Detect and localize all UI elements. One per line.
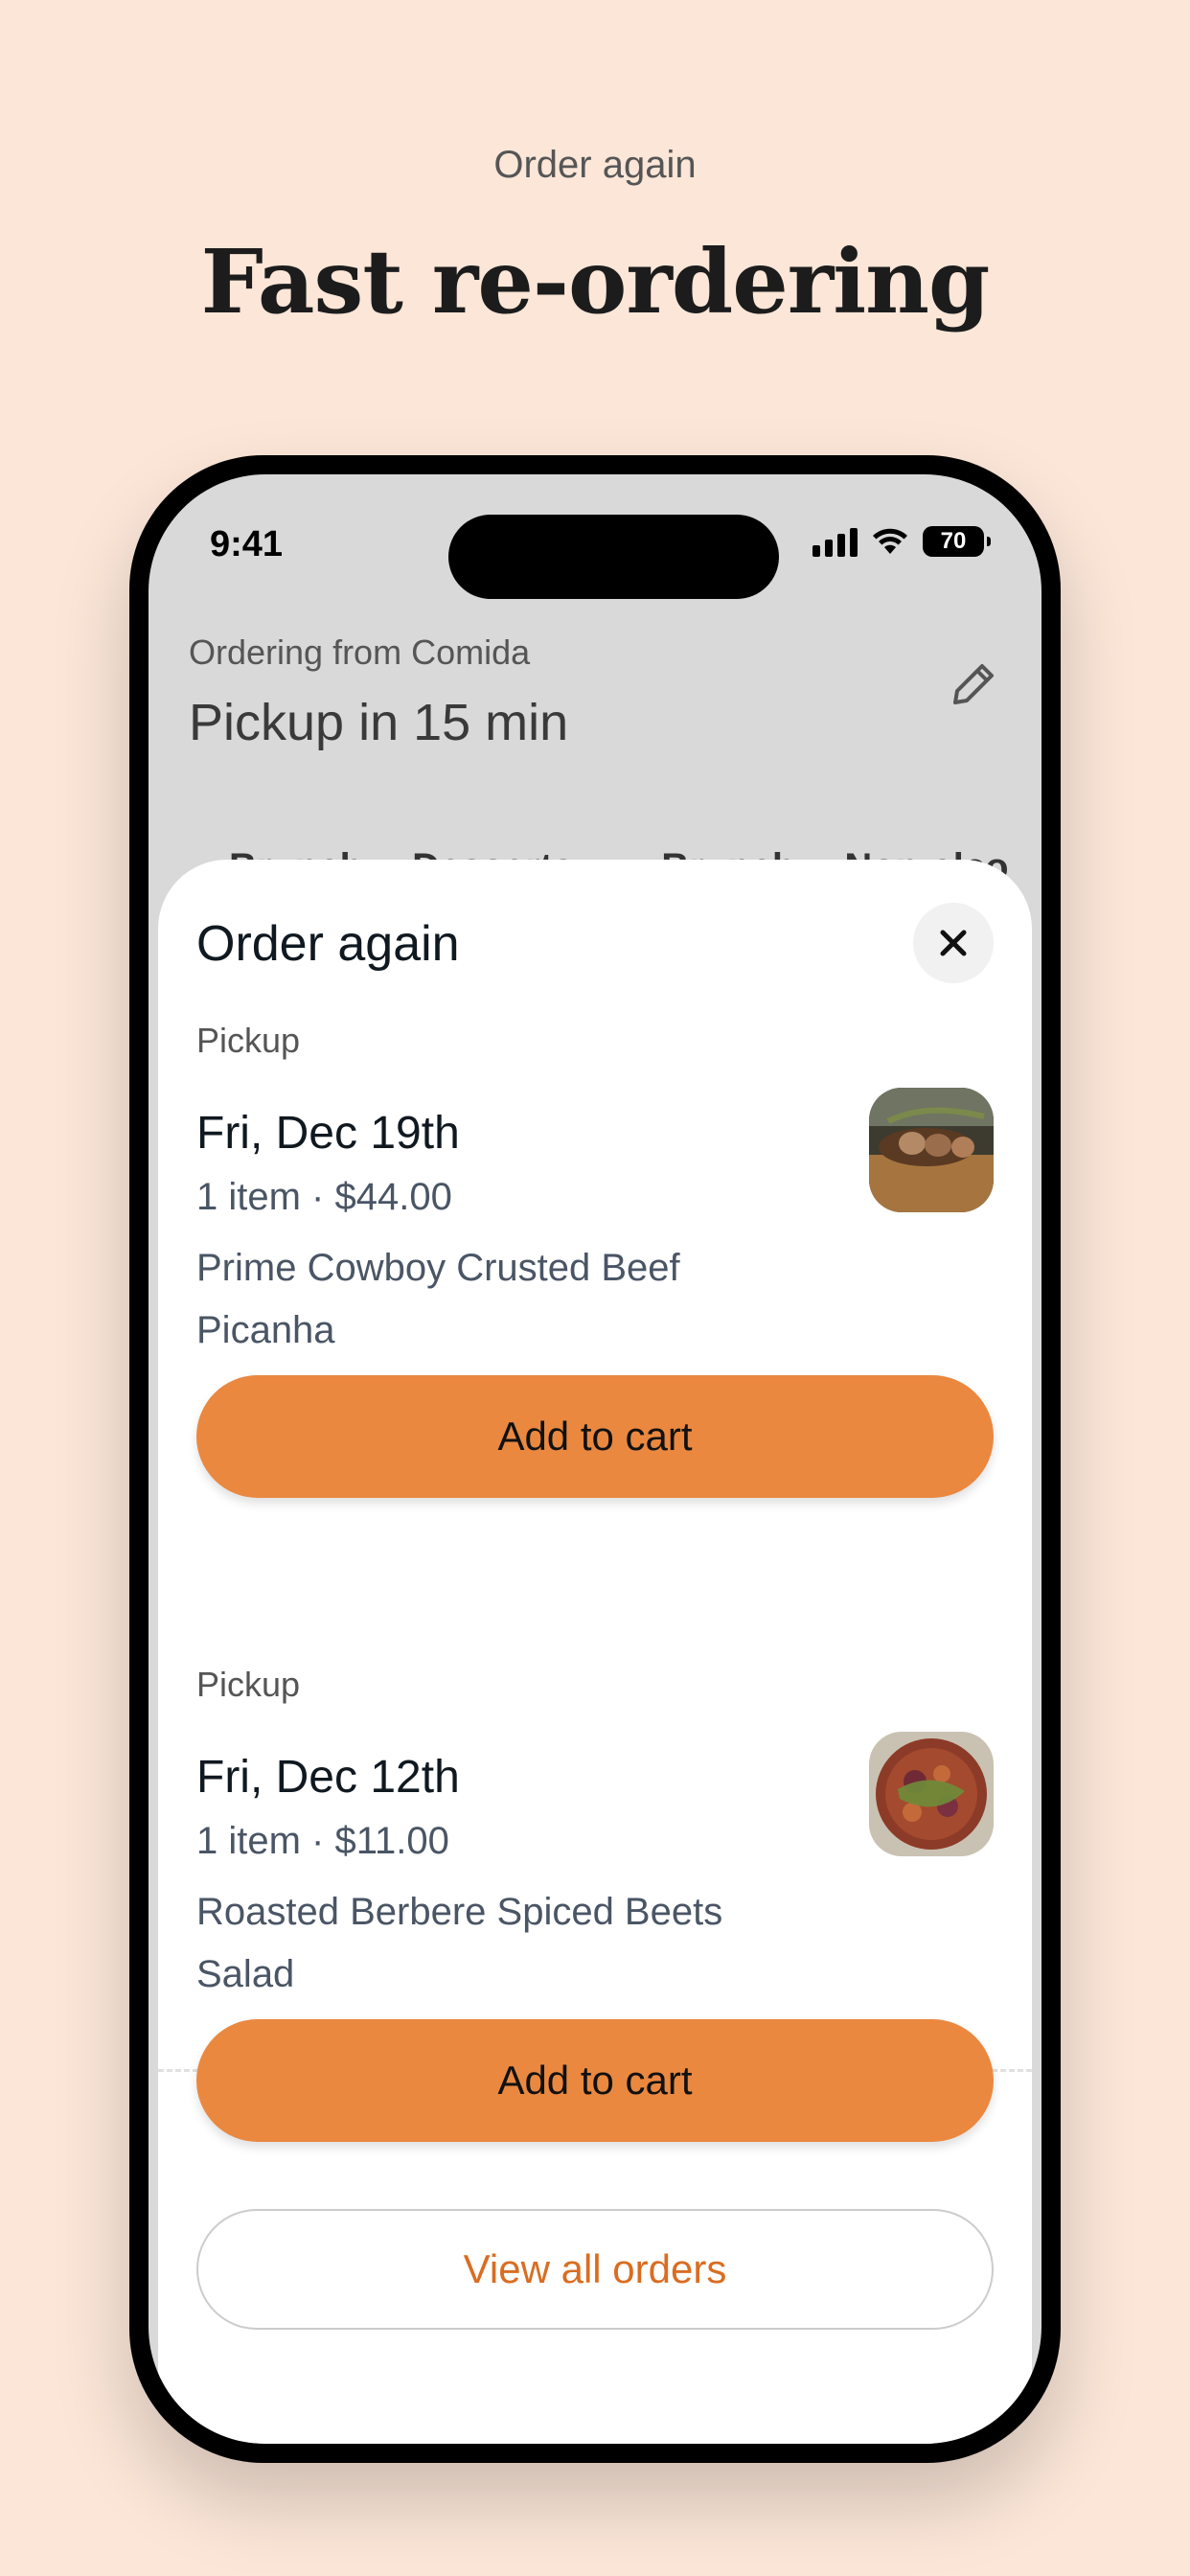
sheet-title: Order again xyxy=(196,916,460,972)
add-to-cart-button[interactable]: Add to cart xyxy=(196,1375,994,1498)
promo-eyebrow: Order again xyxy=(493,144,697,186)
battery-icon: 70 xyxy=(923,526,991,557)
order-item-name: Roasted Berbere Spiced Beets Salad xyxy=(196,1891,723,1995)
close-button[interactable] xyxy=(913,903,994,983)
order-type: Pickup xyxy=(196,1665,301,1704)
view-all-orders-button[interactable]: View all orders xyxy=(196,2209,994,2330)
order-summary: 1 item · $11.00 xyxy=(196,1820,449,1862)
pickup-time: Pickup in 15 min xyxy=(189,694,569,751)
phone-screen: 9:41 70 Ordering from Comida Pickup in 1… xyxy=(149,474,1041,2444)
phone-frame: 9:41 70 Ordering from Comida Pickup in 1… xyxy=(129,455,1061,2463)
add-to-cart-button[interactable]: Add to cart xyxy=(196,2019,994,2142)
order-type: Pickup xyxy=(196,1021,301,1060)
ordering-from-label: Ordering from Comida xyxy=(189,632,531,672)
order-date: Fri, Dec 12th xyxy=(196,1752,460,1803)
food-thumbnail xyxy=(869,1732,994,1856)
food-thumbnail xyxy=(869,1088,994,1212)
wifi-icon xyxy=(871,527,909,556)
order-item-name: Prime Cowboy Crusted Beef Picanha xyxy=(196,1247,680,1351)
pencil-icon[interactable] xyxy=(944,656,1001,714)
order-again-sheet: Order again Pickup Fri, Dec 19th 1 item … xyxy=(158,860,1032,2444)
dynamic-island xyxy=(448,515,779,599)
status-icons: 70 xyxy=(812,526,991,557)
promo-headline: Fast re-ordering xyxy=(200,230,991,334)
close-icon xyxy=(940,930,967,956)
signal-icon xyxy=(812,526,858,557)
order-summary: 1 item · $44.00 xyxy=(196,1176,452,1218)
status-time: 9:41 xyxy=(210,524,284,564)
order-date: Fri, Dec 19th xyxy=(196,1108,460,1159)
